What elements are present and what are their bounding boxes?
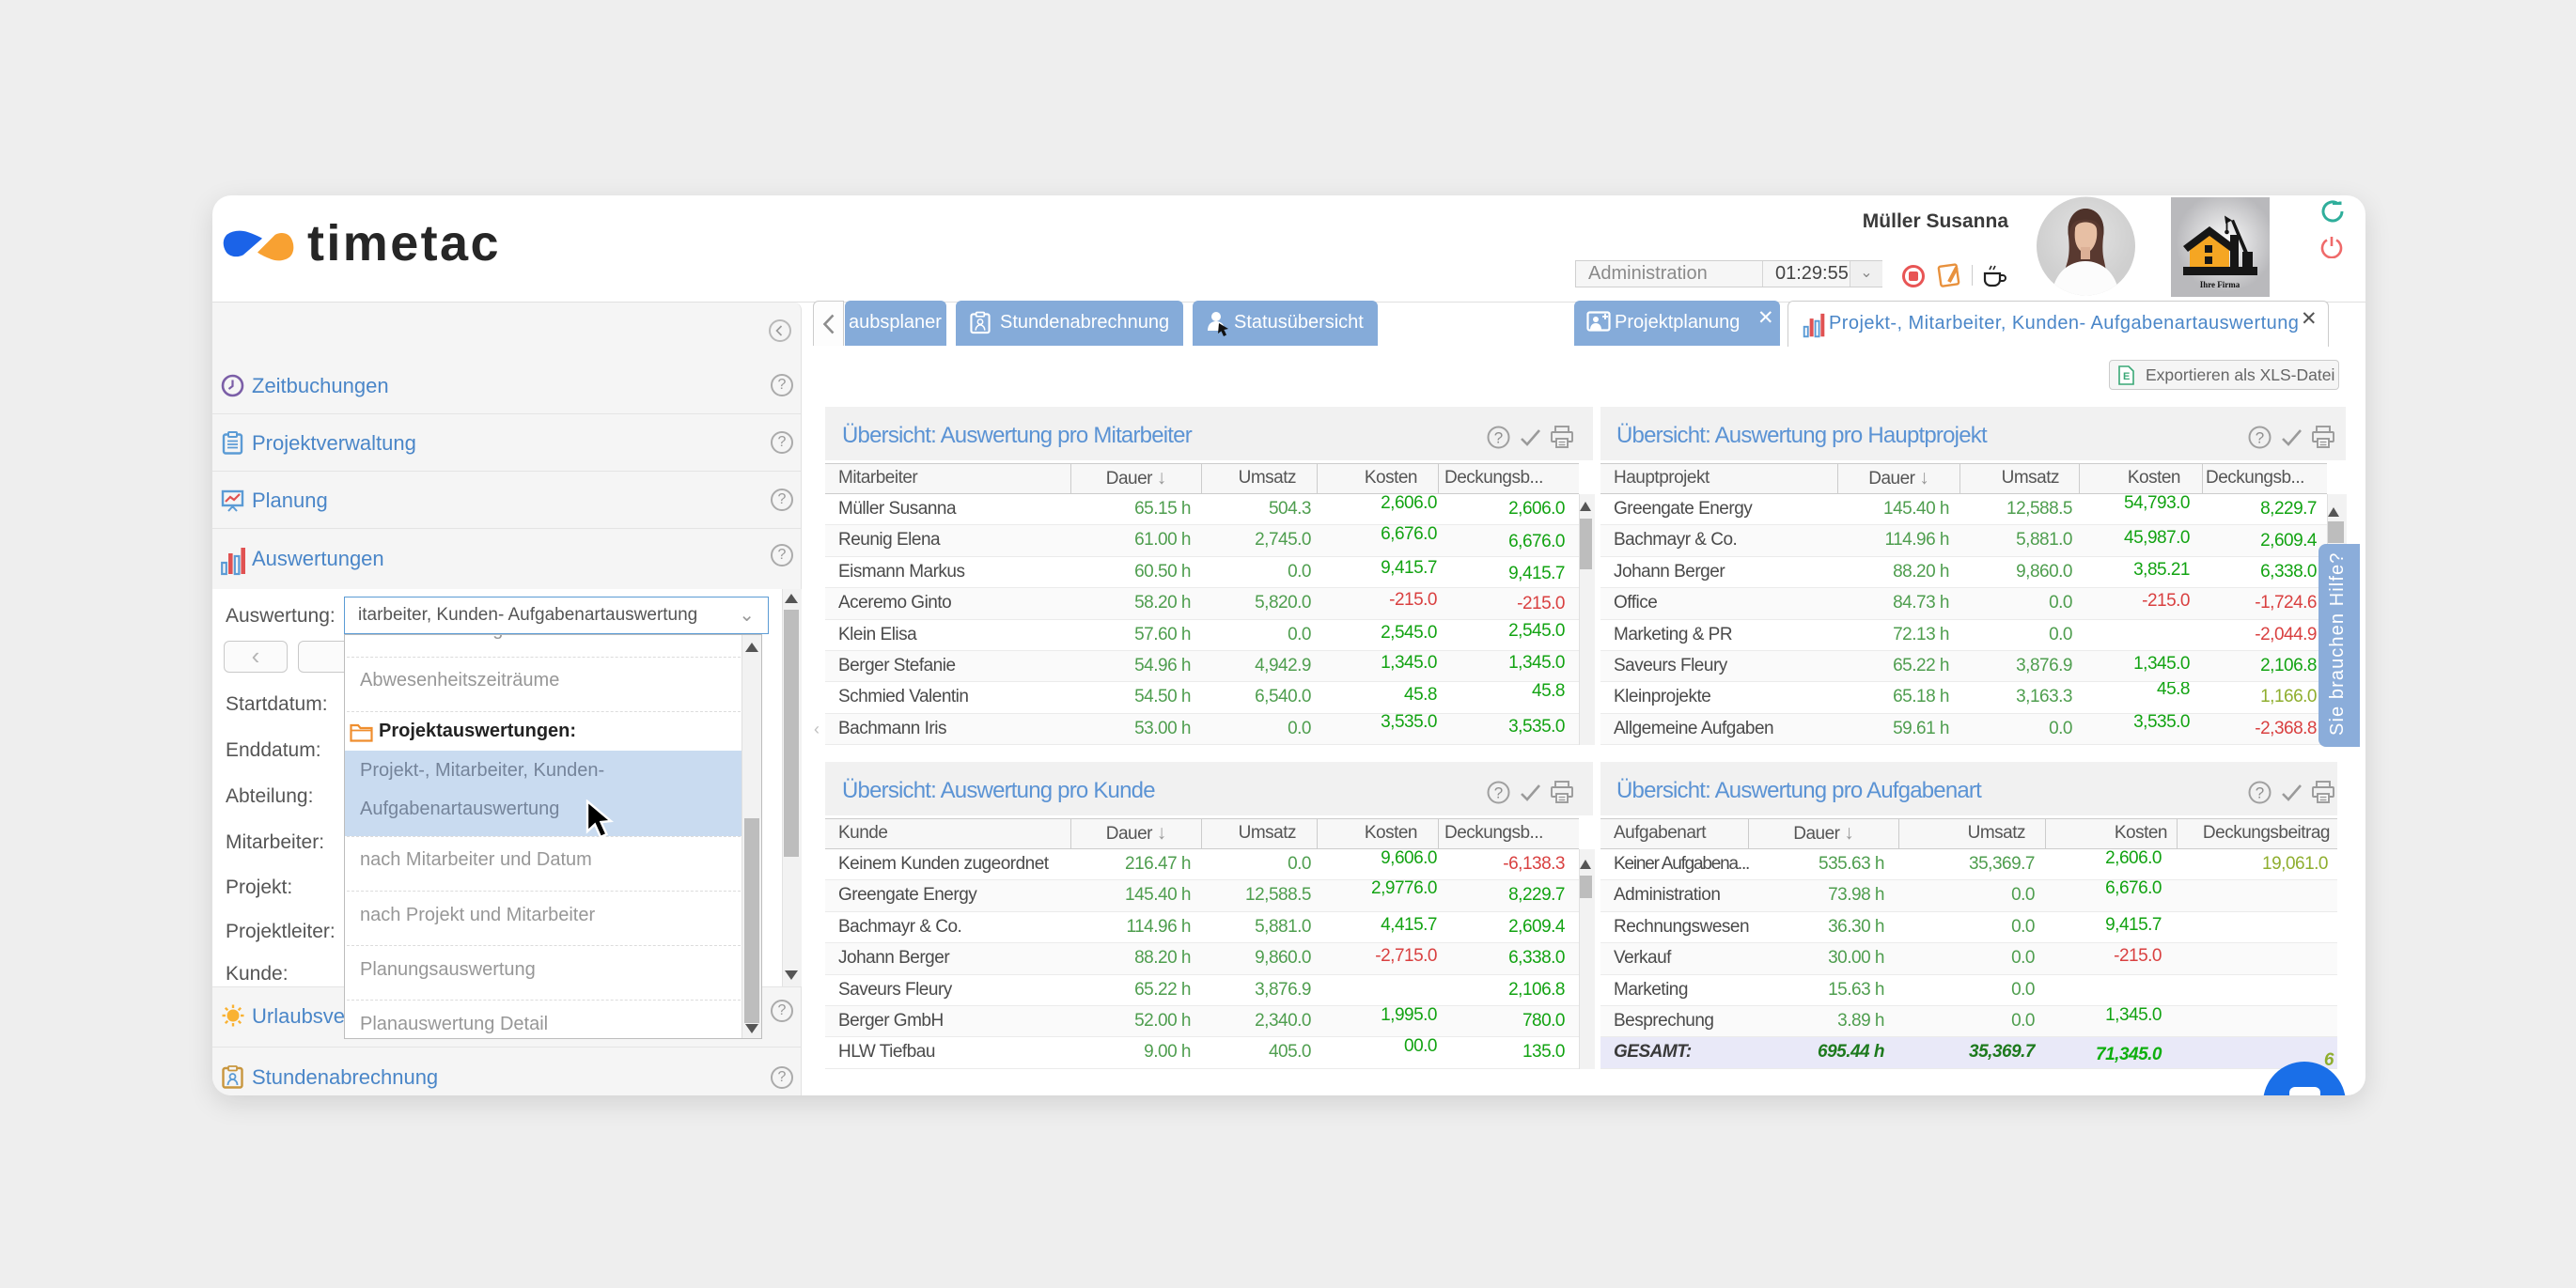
svg-text:?: ?: [1494, 429, 1503, 447]
svg-text:?: ?: [2256, 429, 2264, 447]
svg-text:E: E: [2123, 371, 2130, 382]
svg-text:?: ?: [2256, 784, 2264, 802]
svg-text:Ihre Firma: Ihre Firma: [2200, 280, 2240, 289]
svg-text:?: ?: [1494, 784, 1503, 802]
